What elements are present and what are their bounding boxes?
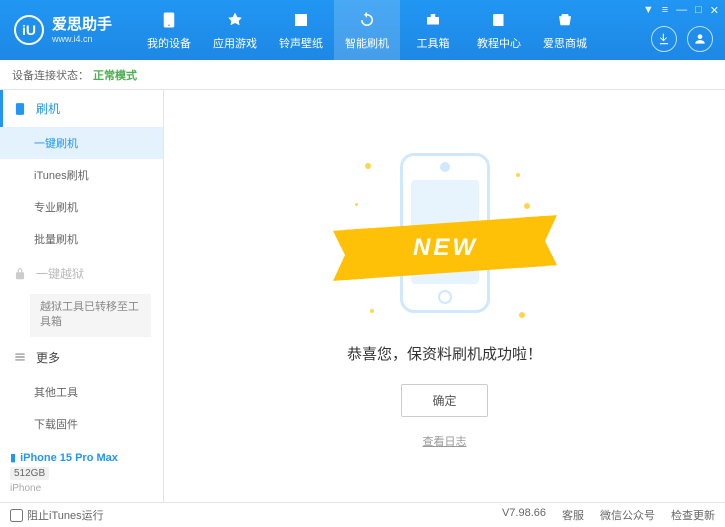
status-value: 正常模式 <box>93 67 137 83</box>
phone-outline-icon <box>12 101 28 117</box>
success-illustration: NEW <box>345 143 545 323</box>
sidebar-cat-more[interactable]: 更多 <box>0 339 163 376</box>
status-label: 设备连接状态： <box>12 67 89 83</box>
nav-my-device[interactable]: 我的设备 <box>136 0 202 60</box>
device-info[interactable]: ▮ iPhone 15 Pro Max 512GB iPhone <box>0 443 163 502</box>
sidebar-item-itunes[interactable]: iTunes刷机 <box>0 159 163 191</box>
status-bar: 设备连接状态： 正常模式 <box>0 60 725 90</box>
lock-icon <box>12 266 28 282</box>
app-header: iU 爱思助手 www.i4.cn 我的设备 应用游戏 铃声壁纸 智能刷机 工具… <box>0 0 725 60</box>
sidebar-item-oneclick[interactable]: 一键刷机 <box>0 127 163 159</box>
nav-toolbox[interactable]: 工具箱 <box>400 0 466 60</box>
apps-icon <box>224 9 246 31</box>
ribbon-text: NEW <box>412 234 477 262</box>
sidebar-item-firmware[interactable]: 下载固件 <box>0 408 163 440</box>
tshirt-icon[interactable]: ▼ <box>643 4 654 17</box>
version-label: V7.98.66 <box>502 507 546 523</box>
view-log-link[interactable]: 查看日志 <box>423 433 467 449</box>
user-button[interactable] <box>687 26 713 52</box>
top-nav: 我的设备 应用游戏 铃声壁纸 智能刷机 工具箱 教程中心 爱思商城 <box>136 0 598 60</box>
window-controls: ▼ ≡ — □ ✕ <box>643 4 719 17</box>
menu-icon[interactable]: ≡ <box>662 4 668 17</box>
sidebar-item-pro[interactable]: 专业刷机 <box>0 191 163 223</box>
phone-icon <box>158 9 180 31</box>
book-icon <box>488 9 510 31</box>
nav-apps[interactable]: 应用游戏 <box>202 0 268 60</box>
sidebar-item-other[interactable]: 其他工具 <box>0 376 163 408</box>
brand-subtitle: www.i4.cn <box>52 34 112 45</box>
nav-wallpaper[interactable]: 铃声壁纸 <box>268 0 334 60</box>
nav-tutorial[interactable]: 教程中心 <box>466 0 532 60</box>
image-icon <box>290 9 312 31</box>
nav-store[interactable]: 爱思商城 <box>532 0 598 60</box>
minimize-icon[interactable]: — <box>676 4 687 17</box>
footer: 阻止iTunes运行 V7.98.66 客服 微信公众号 检查更新 <box>0 502 725 527</box>
store-icon <box>554 9 576 31</box>
footer-link-update[interactable]: 检查更新 <box>671 507 715 523</box>
success-message: 恭喜您，保资料刷机成功啦！ <box>347 343 542 364</box>
device-storage: 512GB <box>10 467 49 480</box>
nav-flash[interactable]: 智能刷机 <box>334 0 400 60</box>
maximize-icon[interactable]: □ <box>695 4 702 17</box>
sidebar-cat-flash[interactable]: 刷机 <box>0 90 163 127</box>
sidebar-jailbreak-note[interactable]: 越狱工具已转移至工具箱 <box>30 294 151 337</box>
brand-logo-icon: iU <box>14 15 44 45</box>
download-button[interactable] <box>651 26 677 52</box>
close-icon[interactable]: ✕ <box>710 4 719 17</box>
device-type: iPhone <box>10 483 153 494</box>
more-icon <box>12 349 28 365</box>
checkbox-block-itunes[interactable]: 阻止iTunes运行 <box>10 507 104 523</box>
brand-area: iU 爱思助手 www.i4.cn <box>0 15 126 45</box>
ok-button[interactable]: 确定 <box>401 384 487 417</box>
footer-link-service[interactable]: 客服 <box>562 507 584 523</box>
sidebar-cat-jailbreak: 一键越狱 <box>0 255 163 292</box>
main-content: NEW 恭喜您，保资料刷机成功啦！ 确定 查看日志 <box>164 90 725 502</box>
sidebar: 刷机 一键刷机 iTunes刷机 专业刷机 批量刷机 一键越狱 越狱工具已转移至… <box>0 90 164 502</box>
footer-link-wechat[interactable]: 微信公众号 <box>600 507 655 523</box>
device-phone-icon: ▮ <box>10 452 16 464</box>
refresh-icon <box>356 9 378 31</box>
sidebar-item-batch[interactable]: 批量刷机 <box>0 223 163 255</box>
device-name: iPhone 15 Pro Max <box>20 452 118 464</box>
toolbox-icon <box>422 9 444 31</box>
brand-title: 爱思助手 <box>52 16 112 34</box>
